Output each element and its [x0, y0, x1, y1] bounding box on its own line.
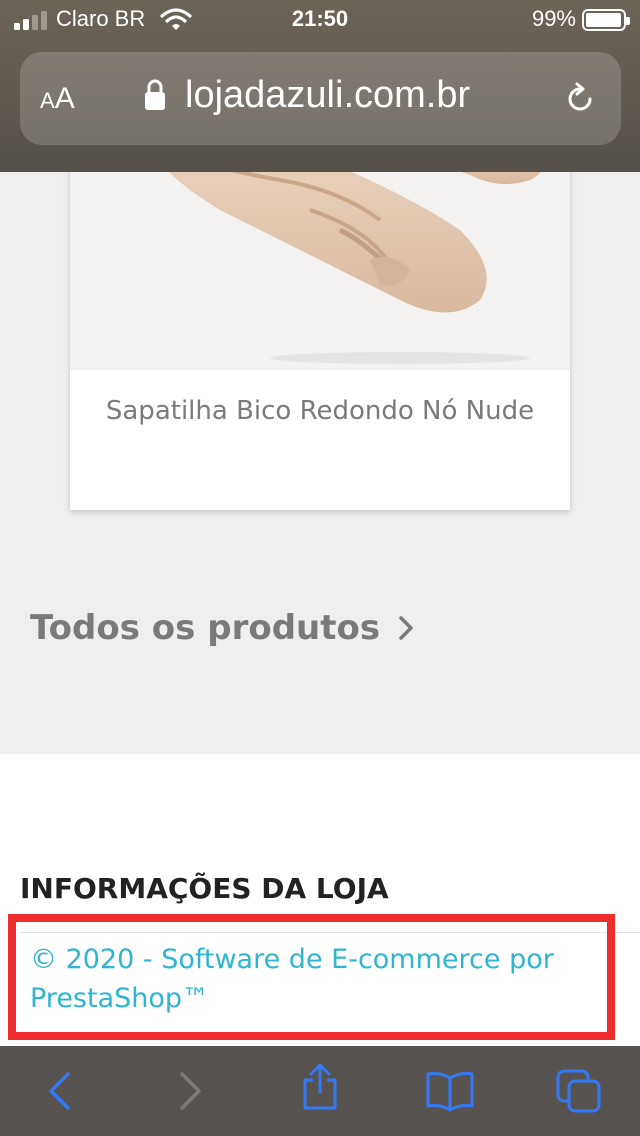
- reload-icon[interactable]: [563, 82, 597, 116]
- all-products-label: Todos os produtos: [30, 608, 381, 648]
- copyright-link[interactable]: © 2020 - Software de E-commerce por Pres…: [30, 940, 590, 1018]
- product-card[interactable]: Sapatilha Bico Redondo Nó Nude: [70, 150, 570, 510]
- all-products-link[interactable]: Todos os produtos: [30, 608, 414, 648]
- back-icon[interactable]: [34, 1068, 84, 1114]
- bookmarks-icon[interactable]: [425, 1068, 475, 1114]
- product-name[interactable]: Sapatilha Bico Redondo Nó Nude: [70, 396, 570, 426]
- shoe-illustration: [70, 150, 570, 370]
- store-info-heading: INFORMAÇÕES DA LOJA: [20, 872, 389, 905]
- url-text[interactable]: lojadazuli.com.br: [185, 74, 470, 117]
- forward-icon[interactable]: [166, 1068, 216, 1114]
- battery-icon: [582, 9, 630, 31]
- footer: INFORMAÇÕES DA LOJA © 2020 - Software de…: [0, 754, 640, 1054]
- browser-top-chrome: Claro BR 21:50 99% AA lojadazuli.com.br: [0, 0, 640, 172]
- address-bar[interactable]: AA lojadazuli.com.br: [20, 52, 621, 145]
- product-image[interactable]: [70, 150, 570, 370]
- status-bar: Claro BR 21:50 99%: [0, 0, 640, 44]
- share-icon[interactable]: [295, 1063, 345, 1110]
- tabs-icon[interactable]: [554, 1068, 604, 1114]
- lock-icon: [145, 79, 165, 110]
- battery-percent: 99%: [531, 6, 576, 31]
- text-size-button[interactable]: AA: [40, 82, 75, 116]
- browser-bottom-toolbar: [0, 1046, 640, 1136]
- chevron-right-icon: [399, 616, 413, 640]
